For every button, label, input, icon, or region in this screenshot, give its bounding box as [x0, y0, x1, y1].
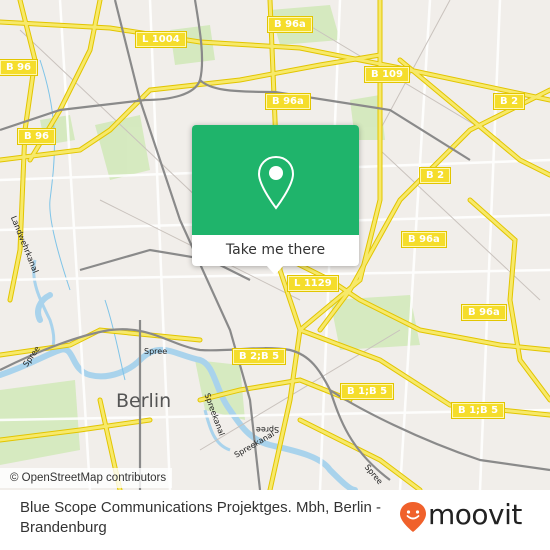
road-shield-b2: B 2	[418, 167, 452, 184]
moovit-brand[interactable]: moovit	[428, 498, 522, 532]
road-shield-b109: B 109	[364, 66, 410, 83]
moovit-logo-icon	[398, 500, 428, 538]
road-shield-b96: B 96	[0, 59, 39, 76]
footer-bar: Blue Scope Communications Projektges. Mb…	[0, 490, 550, 550]
road-shield-b96a: B 96a	[401, 231, 447, 248]
road-shield-l1004: L 1004	[135, 31, 187, 48]
road-shield-b96a: B 96a	[267, 16, 313, 33]
road-shield-b1b5: B 1;B 5	[339, 383, 395, 400]
road-shield-b2b5: B 2;B 5	[231, 348, 287, 365]
road-shield-l1129: L 1129	[287, 275, 339, 292]
map-attribution[interactable]: © OpenStreetMap contributors	[0, 468, 173, 488]
location-popup: Take me there	[192, 125, 359, 275]
road-shield-b96a: B 96a	[265, 93, 311, 110]
popup-header	[192, 125, 359, 235]
road-shield-b1b5: B 1;B 5	[450, 402, 506, 419]
city-label: Berlin	[116, 390, 172, 412]
map-pin-icon	[257, 155, 295, 215]
place-title: Blue Scope Communications Projektges. Mb…	[20, 499, 381, 536]
road-shield-b96a: B 96a	[461, 304, 507, 321]
road-shield-b96: B 96	[16, 128, 57, 145]
popup-pointer	[266, 265, 284, 275]
water-label-spree: Spree	[144, 347, 168, 356]
take-me-there-button[interactable]: Take me there	[192, 235, 359, 266]
road-shield-b2: B 2	[492, 93, 526, 110]
